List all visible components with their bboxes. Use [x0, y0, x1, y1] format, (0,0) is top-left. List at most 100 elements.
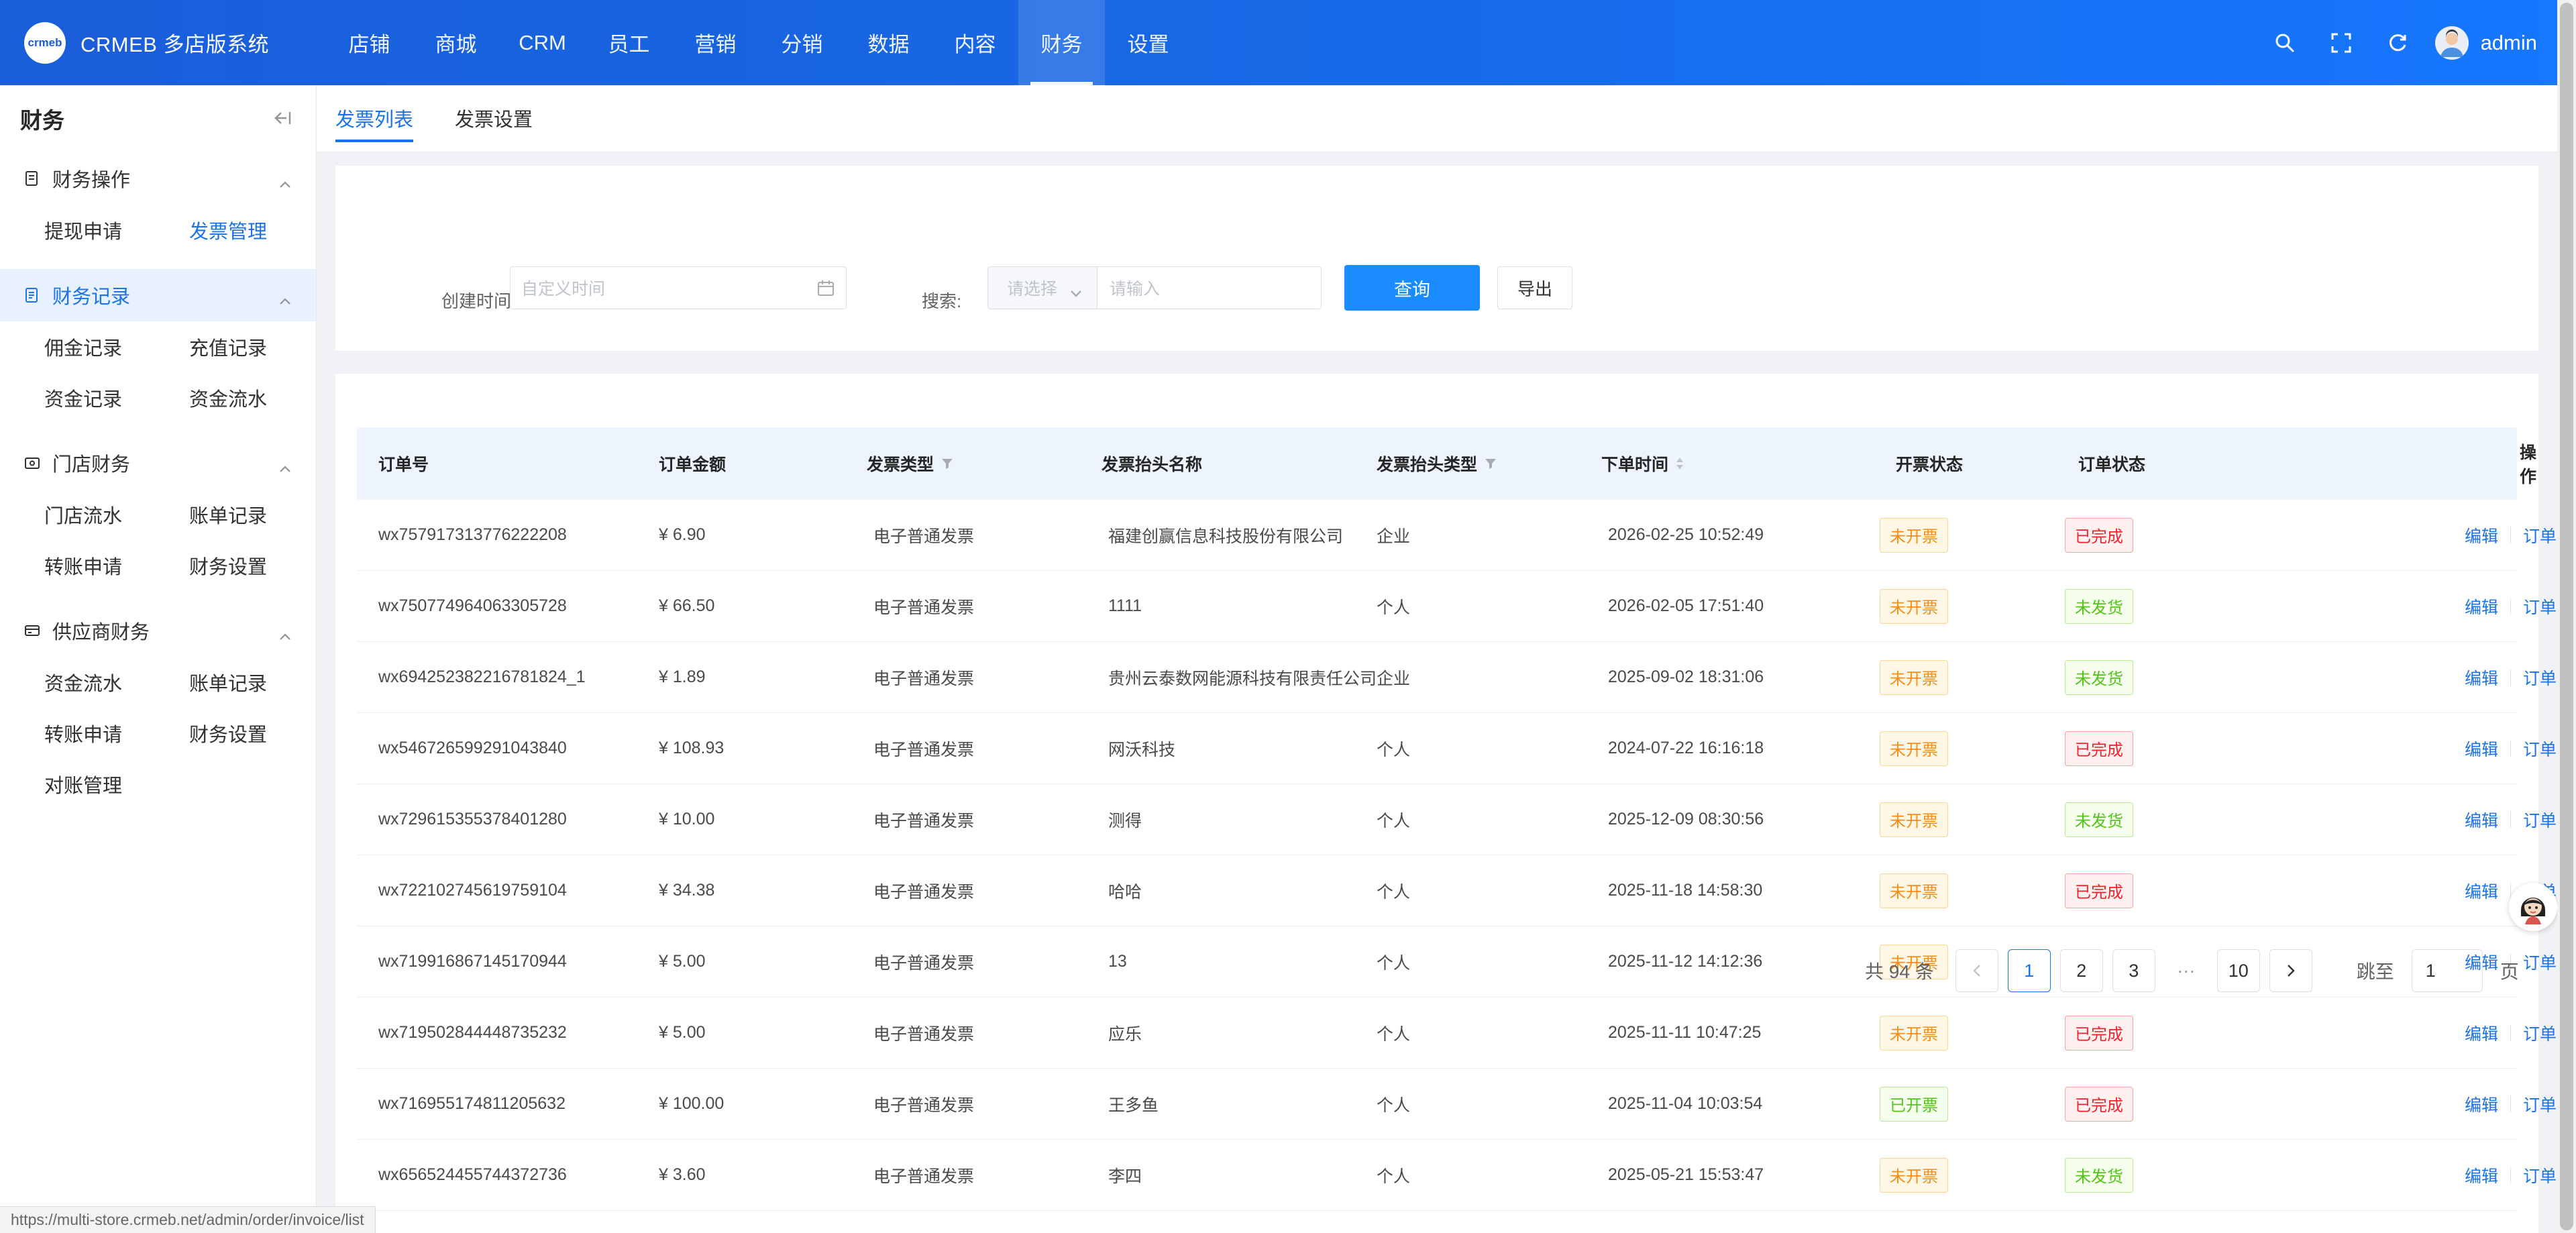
column-header-label: 下单时间 [1601, 455, 1669, 474]
order-status-badge: 未发货 [2065, 802, 2133, 837]
sidebar-item[interactable]: 账单记录 [189, 657, 334, 708]
customer-service-avatar[interactable] [2509, 883, 2557, 931]
cell-invoice-type: 电子普通发票 [873, 740, 975, 759]
column-header-label: 发票抬头名称 [1102, 455, 1203, 474]
edit-link[interactable]: 编辑 [2465, 1021, 2498, 1045]
column-header[interactable]: 订单状态 [2078, 451, 2145, 476]
nav-item[interactable]: CRM [499, 0, 586, 85]
sidebar-item[interactable]: 提现申请 [44, 205, 189, 256]
cell-order-no: wx546726599291043840 [378, 739, 567, 757]
chevron-down-icon [1070, 283, 1082, 303]
page-button[interactable]: 2 [2059, 949, 2103, 992]
sidebar-item[interactable]: 财务设置 [189, 540, 334, 591]
column-header[interactable]: 订单金额 [659, 451, 726, 476]
scrollbar-thumb[interactable] [2560, 3, 2573, 1230]
column-header[interactable]: 发票抬头名称 [1102, 451, 1202, 476]
query-button[interactable]: 查询 [1344, 265, 1480, 311]
sidebar-header: 财务 [0, 85, 316, 152]
cell-title-name: 网沃科技 [1108, 740, 1176, 759]
logo[interactable]: crmeb CRMEB 多店版系统 [24, 21, 313, 64]
keyword-placeholder: 请输入 [1110, 280, 1161, 299]
sidebar-item[interactable]: 发票管理 [189, 205, 334, 256]
cell-invoice-status: 未开票 [1880, 500, 1948, 570]
refresh-icon[interactable] [2369, 0, 2426, 85]
order-status-badge: 已完成 [2065, 1015, 2133, 1051]
column-header[interactable]: 发票类型 [867, 451, 954, 476]
sidebar-title: 财务 [20, 108, 64, 133]
sidebar-item[interactable]: 资金流水 [189, 372, 334, 423]
column-header-label: 操作 [2520, 443, 2537, 486]
sidebar-item[interactable]: 转账申请 [44, 540, 189, 591]
nav-item[interactable]: 设置 [1105, 0, 1191, 85]
nav-item[interactable]: 员工 [586, 0, 672, 85]
cell-order-no: wx750774964063305728 [378, 596, 567, 615]
sidebar-item[interactable]: 账单记录 [189, 489, 334, 540]
search-icon[interactable] [2257, 0, 2313, 85]
column-header[interactable]: 下单时间 [1601, 451, 1684, 476]
sidebar-item[interactable]: 对账管理 [44, 759, 189, 810]
filter-icon[interactable] [1484, 457, 1497, 470]
top-nav: 店铺 商城 CRM 员工 营销 分销 数据 内容 财务 设置 [326, 0, 1191, 85]
cell-time: 2026-02-05 17:51:40 [1608, 596, 1764, 615]
page-button[interactable]: 10 [2216, 949, 2260, 992]
sort-icon[interactable] [1675, 456, 1684, 471]
created-time-label: 创建时间: [441, 291, 517, 311]
edit-link[interactable]: 编辑 [2465, 665, 2498, 690]
edit-link[interactable]: 编辑 [2465, 737, 2498, 761]
cell-title-name: 王多鱼 [1108, 1095, 1159, 1115]
edit-link[interactable]: 编辑 [2465, 594, 2498, 619]
date-range-input[interactable]: 自定义时间 [510, 266, 847, 309]
edit-link[interactable]: 编辑 [2465, 879, 2498, 903]
tab-1[interactable]: 发票设置 [455, 85, 533, 152]
sidebar-item[interactable]: 门店流水 [44, 489, 189, 540]
tab-0[interactable]: 发票列表 [335, 85, 414, 152]
nav-item[interactable]: 内容 [932, 0, 1018, 85]
sidebar-group-0[interactable]: 财务操作 [0, 152, 316, 205]
page-button[interactable]: 3 [2112, 949, 2155, 992]
jump-page-input[interactable]: 1 [2411, 949, 2483, 992]
prev-page-button[interactable] [1955, 949, 1998, 992]
nav-item[interactable]: 数据 [845, 0, 932, 85]
column-header[interactable]: 发票抬头类型 [1377, 451, 1497, 476]
user-name[interactable]: admin [2481, 31, 2537, 55]
column-header: 操作 [2520, 439, 2536, 488]
fullscreen-icon[interactable] [2313, 0, 2369, 85]
edit-link[interactable]: 编辑 [2465, 1163, 2498, 1187]
edit-link[interactable]: 编辑 [2465, 808, 2498, 832]
sidebar-group-2[interactable]: 门店财务 [0, 437, 316, 489]
cell-invoice-status: 已开票 [1880, 1069, 1948, 1139]
nav-item[interactable]: 营销 [672, 0, 759, 85]
edit-link[interactable]: 编辑 [2465, 1092, 2498, 1116]
cell-title-type: 个人 [1377, 598, 1411, 617]
nav-item[interactable]: 财务 [1018, 0, 1105, 85]
page-button[interactable]: 1 [2007, 949, 2051, 992]
nav-item[interactable]: 店铺 [326, 0, 413, 85]
nav-item[interactable]: 商城 [413, 0, 499, 85]
sidebar-group-label: 门店财务 [52, 454, 131, 476]
search-type-select[interactable]: 请选择 [987, 266, 1097, 309]
list-icon [24, 287, 44, 303]
collapse-sidebar-icon[interactable] [273, 106, 292, 131]
sidebar-group-1[interactable]: 财务记录 [0, 269, 316, 321]
column-header[interactable]: 开票状态 [1896, 451, 1963, 476]
table-row: wx546726599291043840 ¥ 108.93 电子普通发票 网沃科技 个人… [357, 713, 2576, 784]
keyword-input[interactable]: 请输入 [1097, 266, 1322, 309]
export-button[interactable]: 导出 [1497, 266, 1572, 309]
edit-link[interactable]: 编辑 [2465, 523, 2498, 547]
avatar[interactable] [2434, 25, 2469, 60]
sidebar-item[interactable]: 财务设置 [189, 708, 334, 759]
cell-order-status: 已完成 [2065, 1069, 2133, 1139]
sidebar-item[interactable]: 转账申请 [44, 708, 189, 759]
sidebar-group-label: 财务操作 [52, 170, 131, 191]
sidebar-item[interactable]: 充值记录 [189, 321, 334, 372]
filter-icon[interactable] [941, 457, 954, 470]
sidebar-item[interactable]: 资金流水 [44, 657, 189, 708]
nav-item[interactable]: 分销 [759, 0, 845, 85]
sidebar-group-3[interactable]: 供应商财务 [0, 604, 316, 657]
sidebar-item[interactable]: 资金记录 [44, 372, 189, 423]
cell-invoice-type: 电子普通发票 [873, 811, 975, 830]
sidebar-item[interactable]: 佣金记录 [44, 321, 189, 372]
column-header[interactable]: 订单号 [378, 451, 429, 476]
column-header-label: 订单金额 [659, 455, 727, 474]
next-page-button[interactable] [2269, 949, 2312, 992]
